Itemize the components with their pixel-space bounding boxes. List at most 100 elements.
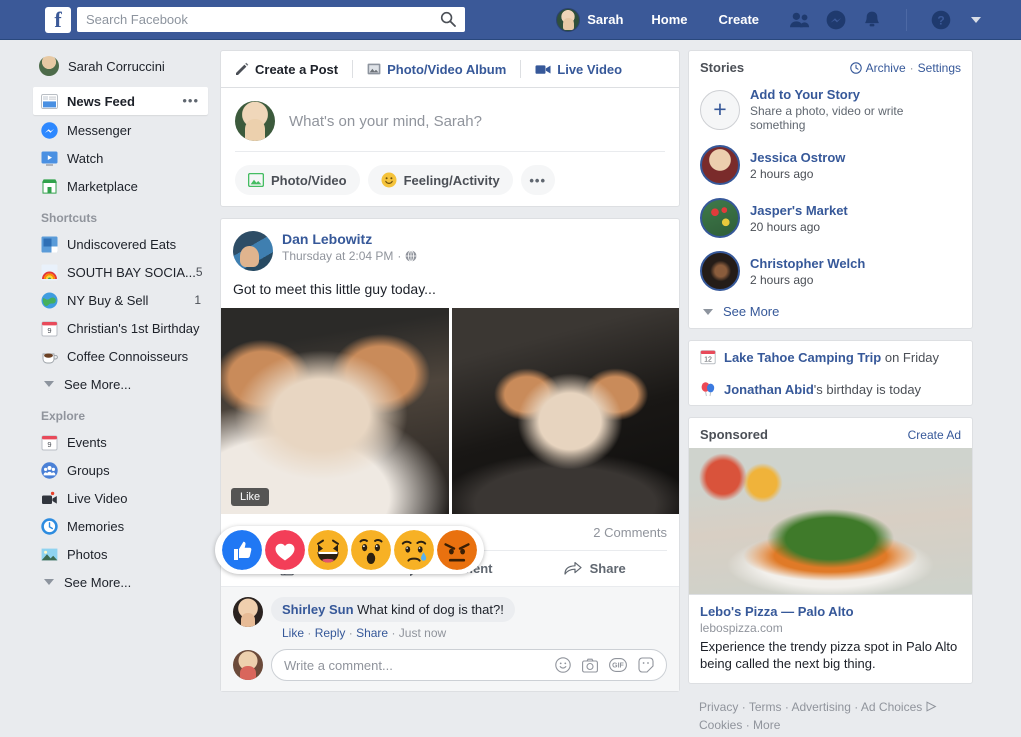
footer-privacy-link[interactable]: Privacy <box>699 700 738 714</box>
tab-photo-video-album[interactable]: Photo/Video Album <box>367 62 506 77</box>
create-ad-link[interactable]: Create Ad <box>908 428 961 442</box>
comment-input[interactable]: Write a comment... GIF <box>271 649 667 681</box>
footer-more-link[interactable]: More <box>753 718 780 732</box>
globe-icon[interactable] <box>405 250 417 262</box>
event-title[interactable]: Lake Tahoe Camping Trip <box>724 350 881 365</box>
chip-label: Feeling/Activity <box>403 172 500 188</box>
nav-create-link[interactable]: Create <box>719 12 759 27</box>
stories-settings-link[interactable]: Settings <box>918 61 961 75</box>
sidebar-item-messenger[interactable]: Messenger <box>0 117 215 143</box>
svg-text:GIF: GIF <box>612 663 624 670</box>
sponsored-title[interactable]: Lebo's Pizza — Palo Alto <box>700 604 961 619</box>
sidebar-item-label: News Feed <box>67 93 135 109</box>
sidebar-item-memories[interactable]: Memories <box>0 513 215 539</box>
story-item-jaspers-market[interactable]: Jasper's Market 20 hours ago <box>689 192 972 245</box>
emoji-icon[interactable] <box>555 657 571 673</box>
nav-home-link[interactable]: Home <box>651 12 687 27</box>
comment-like-link[interactable]: Like <box>282 626 304 640</box>
post-photo-1[interactable]: Like <box>221 308 449 514</box>
event-item-lake-tahoe[interactable]: 12 Lake Tahoe Camping Trip on Friday <box>689 341 972 373</box>
story-item-christopher-welch[interactable]: Christopher Welch 2 hours ago <box>689 245 972 298</box>
comment-author[interactable]: Shirley Sun <box>282 602 354 617</box>
tab-live-video[interactable]: Live Video <box>535 62 622 77</box>
chevron-down-icon <box>44 381 54 387</box>
footer-cookies-link[interactable]: Cookies <box>699 718 742 732</box>
sidebar-item-profile[interactable]: Sarah Corruccini <box>0 51 215 81</box>
post-author-name[interactable]: Dan Lebowitz <box>282 231 417 247</box>
sidebar-item-events[interactable]: 9 Events <box>0 429 215 455</box>
feeling-activity-button[interactable]: Feeling/Activity <box>367 165 513 195</box>
sep: · <box>854 700 859 714</box>
see-more-label: See More... <box>64 574 132 590</box>
search-icon[interactable] <box>440 11 456 27</box>
svg-text:9: 9 <box>47 440 51 449</box>
avatar[interactable] <box>233 597 263 627</box>
add-to-your-story[interactable]: + Add to Your Story Share a photo, video… <box>689 81 972 139</box>
help-icon[interactable]: ? <box>931 10 951 30</box>
sidebar-item-watch[interactable]: Watch <box>0 145 215 171</box>
sidebar-item-news-feed[interactable]: News Feed ••• <box>33 87 208 115</box>
post-timestamp[interactable]: Thursday at 2:04 PM <box>282 249 393 263</box>
more-composer-options-button[interactable]: ••• <box>520 165 555 195</box>
sidebar-item-undiscovered-eats[interactable]: Undiscovered Eats <box>0 231 215 257</box>
share-button[interactable]: Share <box>522 561 667 576</box>
sad-reaction[interactable] <box>394 530 434 570</box>
sidebar-shortcuts-see-more[interactable]: See More... <box>0 371 215 397</box>
smiley-icon <box>381 172 397 188</box>
nav-profile-link[interactable]: Sarah <box>556 7 623 32</box>
sidebar-item-christians-birthday[interactable]: 9 Christian's 1st Birthday <box>0 315 215 341</box>
comment-reply-link[interactable]: Reply <box>315 626 346 640</box>
messenger-icon[interactable] <box>826 10 846 30</box>
composer-body[interactable]: What's on your mind, Sarah? <box>221 88 679 141</box>
stories-archive-link[interactable]: Archive <box>866 61 906 75</box>
gif-icon[interactable]: GIF <box>609 658 627 672</box>
like-reaction[interactable] <box>222 530 262 570</box>
search-box[interactable] <box>77 7 465 32</box>
birthday-person[interactable]: Jonathan Abid <box>724 382 814 397</box>
profile-avatar-icon <box>39 56 59 76</box>
camera-icon[interactable] <box>582 658 598 673</box>
avatar[interactable] <box>233 231 273 271</box>
tab-create-a-post[interactable]: Create a Post <box>235 62 338 77</box>
haha-reaction[interactable] <box>308 530 348 570</box>
sticker-icon[interactable] <box>638 657 654 673</box>
search-input[interactable] <box>77 8 417 31</box>
sidebar-item-coffee-connoisseurs[interactable]: Coffee Connoisseurs <box>0 343 215 369</box>
sidebar-item-ny-buy-sell[interactable]: NY Buy & Sell 1 <box>0 287 215 313</box>
footer-advertising-link[interactable]: Advertising <box>792 700 851 714</box>
ad-choices-icon <box>926 701 937 712</box>
footer-ad-choices-link[interactable]: Ad Choices <box>861 700 922 714</box>
angry-reaction[interactable] <box>437 530 477 570</box>
news-feed-icon <box>41 93 58 109</box>
stories-header-links: Archive · Settings <box>849 61 961 75</box>
footer-terms-link[interactable]: Terms <box>749 700 782 714</box>
comments-count[interactable]: 2 Comments <box>593 525 667 540</box>
sidebar-item-live-video[interactable]: Live Video <box>0 485 215 511</box>
wow-reaction[interactable] <box>351 530 391 570</box>
sponsored-image[interactable] <box>689 448 972 595</box>
sidebar-item-photos[interactable]: Photos <box>0 541 215 567</box>
post-photo-2[interactable] <box>451 308 679 514</box>
notifications-icon[interactable] <box>862 10 882 30</box>
account-menu-caret-icon[interactable] <box>971 16 981 23</box>
sidebar-item-marketplace[interactable]: Marketplace <box>0 173 215 199</box>
composer-placeholder[interactable]: What's on your mind, Sarah? <box>289 113 482 130</box>
photo-video-button[interactable]: Photo/Video <box>235 165 360 195</box>
undiscovered-eats-icon <box>41 236 58 252</box>
comment-share-link[interactable]: Share <box>356 626 388 640</box>
sidebar-item-groups[interactable]: Groups <box>0 457 215 483</box>
sidebar-explore-see-more[interactable]: See More... <box>0 569 215 595</box>
friend-requests-icon[interactable] <box>790 10 810 30</box>
stories-see-more[interactable]: See More <box>689 298 972 328</box>
event-item-birthday[interactable]: Jonathan Abid's birthday is today <box>689 373 972 405</box>
love-reaction[interactable] <box>265 530 305 570</box>
comment-input-placeholder: Write a comment... <box>284 657 393 673</box>
news-feed-options-icon[interactable]: ••• <box>182 94 199 107</box>
sidebar-item-south-bay-social[interactable]: SOUTH BAY SOCIA... 5 <box>0 259 215 285</box>
facebook-logo-icon[interactable]: f <box>45 6 71 33</box>
stories-card: Stories Archive · Settings + Add to Your… <box>688 50 973 329</box>
sponsored-url[interactable]: lebospizza.com <box>700 621 961 635</box>
story-name: Jessica Ostrow <box>750 149 846 165</box>
album-icon <box>367 63 381 75</box>
story-item-jessica-ostrow[interactable]: Jessica Ostrow 2 hours ago <box>689 139 972 192</box>
